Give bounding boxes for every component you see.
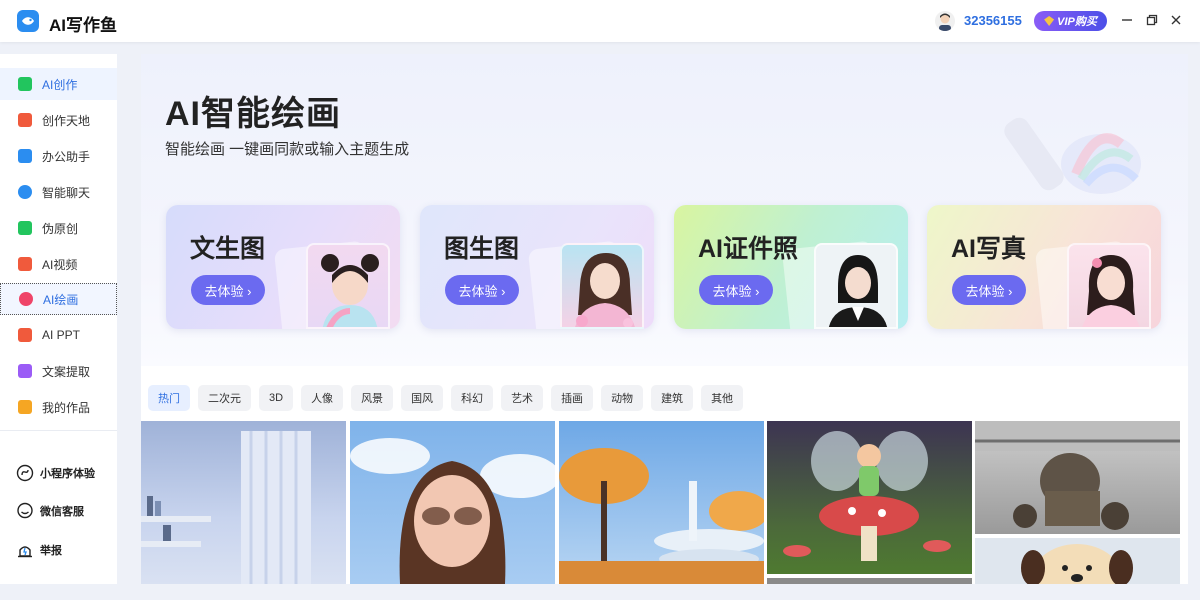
sidebar-item-office-assistant[interactable]: 办公助手 [0,140,117,172]
service-icon [17,502,33,519]
avatar[interactable] [935,11,955,31]
tab-hot[interactable]: 热门 [148,385,190,411]
tab-3d[interactable]: 3D [259,385,294,411]
page-subtitle: 智能绘画 一键画同款或输入主题生成 [165,141,410,158]
vip-purchase-button[interactable]: VIP购买 [1034,11,1107,31]
gallery-item[interactable] [141,421,346,584]
mini-program-icon [16,464,34,482]
bottom-item-label: 微信客服 [40,506,84,518]
id-photo-card[interactable]: AI证件照 去体验 › [674,205,908,329]
minimize-icon[interactable] [1119,12,1135,28]
app-title: AI写作鱼 [49,16,117,35]
main-content: AI智能绘画 智能绘画 一键画同款或输入主题生成 文生图 去体验 › 图生图 去… [141,54,1188,584]
chat-icon [18,185,32,199]
try-button[interactable]: 去体验 › [952,275,1026,305]
sidebar-item-label: AI视频 [42,257,78,272]
sidebar-item-my-works[interactable]: 我的作品 [0,391,117,423]
report-icon [18,546,32,558]
gallery-item[interactable] [767,421,972,574]
card-title: AI证件照 [698,235,799,263]
bottom-item-label: 小程序体验 [40,468,95,480]
sidebar-item-text-extract[interactable]: 文案提取 [0,355,117,387]
sidebar: AI创作 创作天地 办公助手 智能聊天 伪原创 AI视频 AI绘画 AI PPT… [0,54,117,584]
title-bar: AI写作鱼 32356155 VIP购买 [0,0,1200,42]
tab-architecture[interactable]: 建筑 [651,385,694,411]
ppt-icon [18,328,32,342]
folder-icon [18,400,32,414]
close-icon[interactable] [1168,12,1184,28]
user-id: 32356155 [964,13,1022,28]
sidebar-item-label: AI绘画 [43,292,79,307]
text-to-image-card[interactable]: 文生图 去体验 › [166,205,400,329]
category-tabs: 热门 二次元 3D 人像 风景 国风 科幻 艺术 插画 动物 建筑 其他 [148,385,744,411]
sidebar-item-label: AI PPT [42,328,81,342]
gallery-item[interactable] [975,538,1180,584]
palette-icon [19,292,33,306]
gem-icon [1044,16,1055,26]
hero-banner: AI智能绘画 智能绘画 一键画同款或输入主题生成 文生图 去体验 › 图生图 去… [141,54,1188,366]
gallery-item[interactable] [559,421,764,584]
restore-icon[interactable] [1144,12,1160,28]
tab-anime[interactable]: 二次元 [198,385,251,411]
gallery-item[interactable] [975,421,1180,534]
sidebar-item-label: 智能聊天 [42,185,91,200]
try-button[interactable]: 去体验 › [191,275,265,305]
image-to-image-card[interactable]: 图生图 去体验 › [420,205,654,329]
gallery-item[interactable] [767,578,972,584]
page-title: AI智能绘画 [165,95,341,133]
sidebar-item-label: 办公助手 [42,149,91,164]
sidebar-item-ai-video[interactable]: AI视频 [0,248,117,280]
tab-chinese-style[interactable]: 国风 [401,385,444,411]
vip-label: VIP购买 [1057,16,1097,28]
app-logo-icon [17,10,39,32]
video-icon [18,257,32,271]
sidebar-mini-program[interactable]: 小程序体验 [0,459,117,487]
ai-portrait-card[interactable]: AI写真 去体验 › [927,205,1161,329]
tab-sci-fi[interactable]: 科幻 [451,385,494,411]
tab-animal[interactable]: 动物 [601,385,644,411]
sidebar-item-label: 创作天地 [42,113,91,128]
card-portrait-image [560,243,644,329]
sidebar-item-smart-chat[interactable]: 智能聊天 [0,176,117,208]
sidebar-item-label: AI创作 [42,77,78,92]
sidebar-item-label: 我的作品 [42,400,91,415]
sidebar-item-creative-world[interactable]: 创作天地 [0,104,117,136]
card-title: AI写真 [951,235,1027,263]
sidebar-item-ai-ppt[interactable]: AI PPT [0,319,117,351]
card-portrait-image [1067,243,1151,329]
sidebar-item-label: 伪原创 [42,221,79,236]
bottom-item-label: 举报 [40,545,62,557]
brush-decoration-icon [1004,117,1141,194]
pen-icon [18,113,32,127]
tab-portrait[interactable]: 人像 [301,385,344,411]
sidebar-divider [0,430,117,431]
tab-art[interactable]: 艺术 [501,385,544,411]
tab-illustration[interactable]: 插画 [551,385,594,411]
t-icon [18,221,32,235]
card-title: 文生图 [190,235,266,263]
card-title: 图生图 [444,235,520,263]
tab-other[interactable]: 其他 [701,385,744,411]
ai-create-icon [18,77,32,91]
tab-landscape[interactable]: 风景 [351,385,394,411]
gallery-item[interactable] [350,421,555,584]
extract-icon [18,364,32,378]
sidebar-report[interactable]: 举报 [0,536,117,564]
sidebar-item-label: 文案提取 [42,364,91,379]
sidebar-item-rewrite[interactable]: 伪原创 [0,212,117,244]
card-portrait-image [306,243,390,329]
briefcase-icon [18,149,32,163]
try-button[interactable]: 去体验 › [445,275,519,305]
card-portrait-image [814,243,898,329]
sidebar-wechat-service[interactable]: 微信客服 [0,497,117,525]
try-button[interactable]: 去体验 › [699,275,773,305]
sidebar-item-ai-painting[interactable]: AI绘画 [0,283,117,315]
sidebar-item-ai-create[interactable]: AI创作 [0,68,117,100]
